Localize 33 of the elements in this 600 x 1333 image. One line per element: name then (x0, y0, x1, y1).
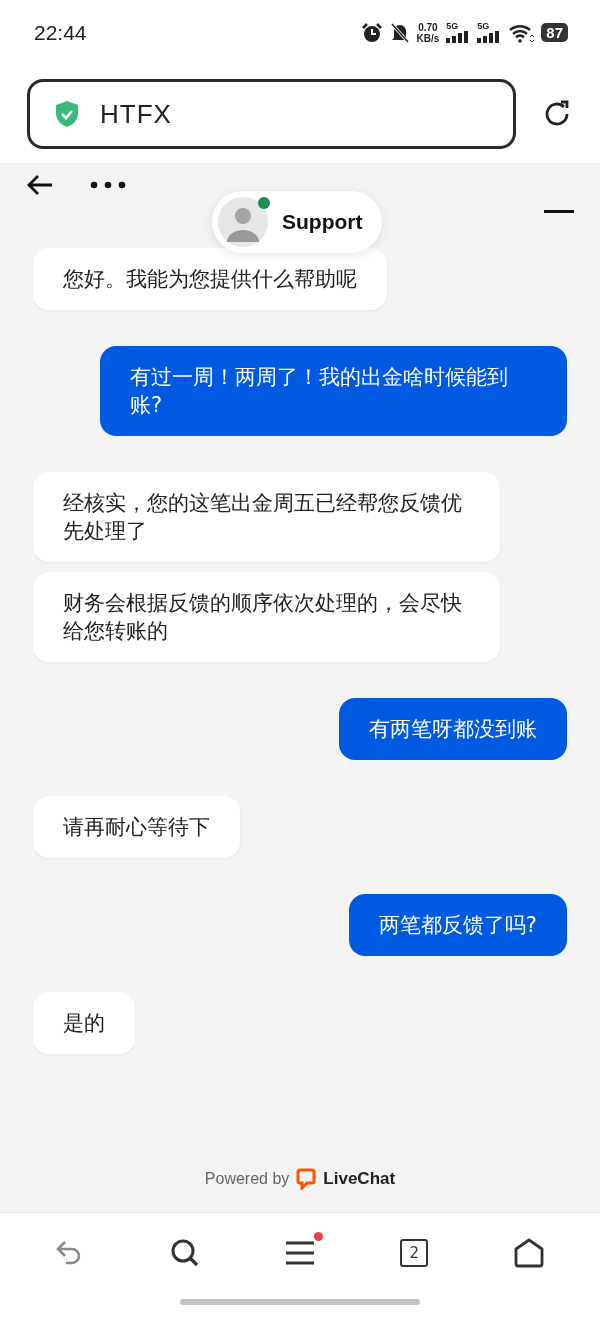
speed-unit: KB/s (416, 32, 440, 44)
clock-time: 22:44 (34, 20, 87, 45)
url-text: HTFX (100, 98, 172, 130)
home-icon[interactable] (513, 1237, 546, 1269)
powered-by-text: Powered by (204, 1170, 290, 1188)
livechat-logo-text[interactable]: LiveChat (323, 1169, 396, 1189)
visitor-message: 有两笔呀都没到账 (339, 698, 567, 760)
avatar-icon (218, 197, 268, 247)
minimize-icon[interactable] (544, 209, 574, 214)
agent-message: 是的 (33, 992, 135, 1054)
speech-bubble-icon (296, 1168, 317, 1190)
tab-count-button[interactable]: 2 (400, 1239, 429, 1267)
agent-message: 您好。我能为您提供什么帮助呢 (33, 248, 387, 310)
address-bar[interactable]: HTFX (27, 79, 516, 149)
agent-message: 请再耐心等待下 (33, 796, 240, 858)
menu-icon[interactable] (284, 1240, 315, 1266)
agent-message: 财务会根据反馈的顺序依次处理的，会尽快给您转账的 (33, 572, 500, 662)
visitor-message: 有过一周！两周了！我的出金啥时候能到账? (100, 346, 567, 436)
search-icon[interactable] (169, 1238, 200, 1268)
agent-message: 经核实，您的这笔出金周五已经帮您反馈优先处理了 (33, 472, 500, 562)
agent-name: Support (282, 210, 363, 234)
back-arrow-icon[interactable] (26, 172, 54, 197)
network-type: 5G (446, 22, 459, 31)
muted-bell-icon (389, 21, 410, 44)
visitor-message: 两笔都反馈了吗? (348, 894, 567, 956)
speed-value: 0.70 (418, 21, 438, 33)
more-options-icon[interactable] (90, 180, 126, 189)
signal-icon (446, 31, 471, 43)
network-type: 5G (477, 22, 490, 31)
signal-icon (477, 31, 502, 43)
alarm-icon (360, 21, 383, 44)
wifi-icon (508, 22, 535, 43)
battery-indicator: 87 (541, 23, 568, 42)
